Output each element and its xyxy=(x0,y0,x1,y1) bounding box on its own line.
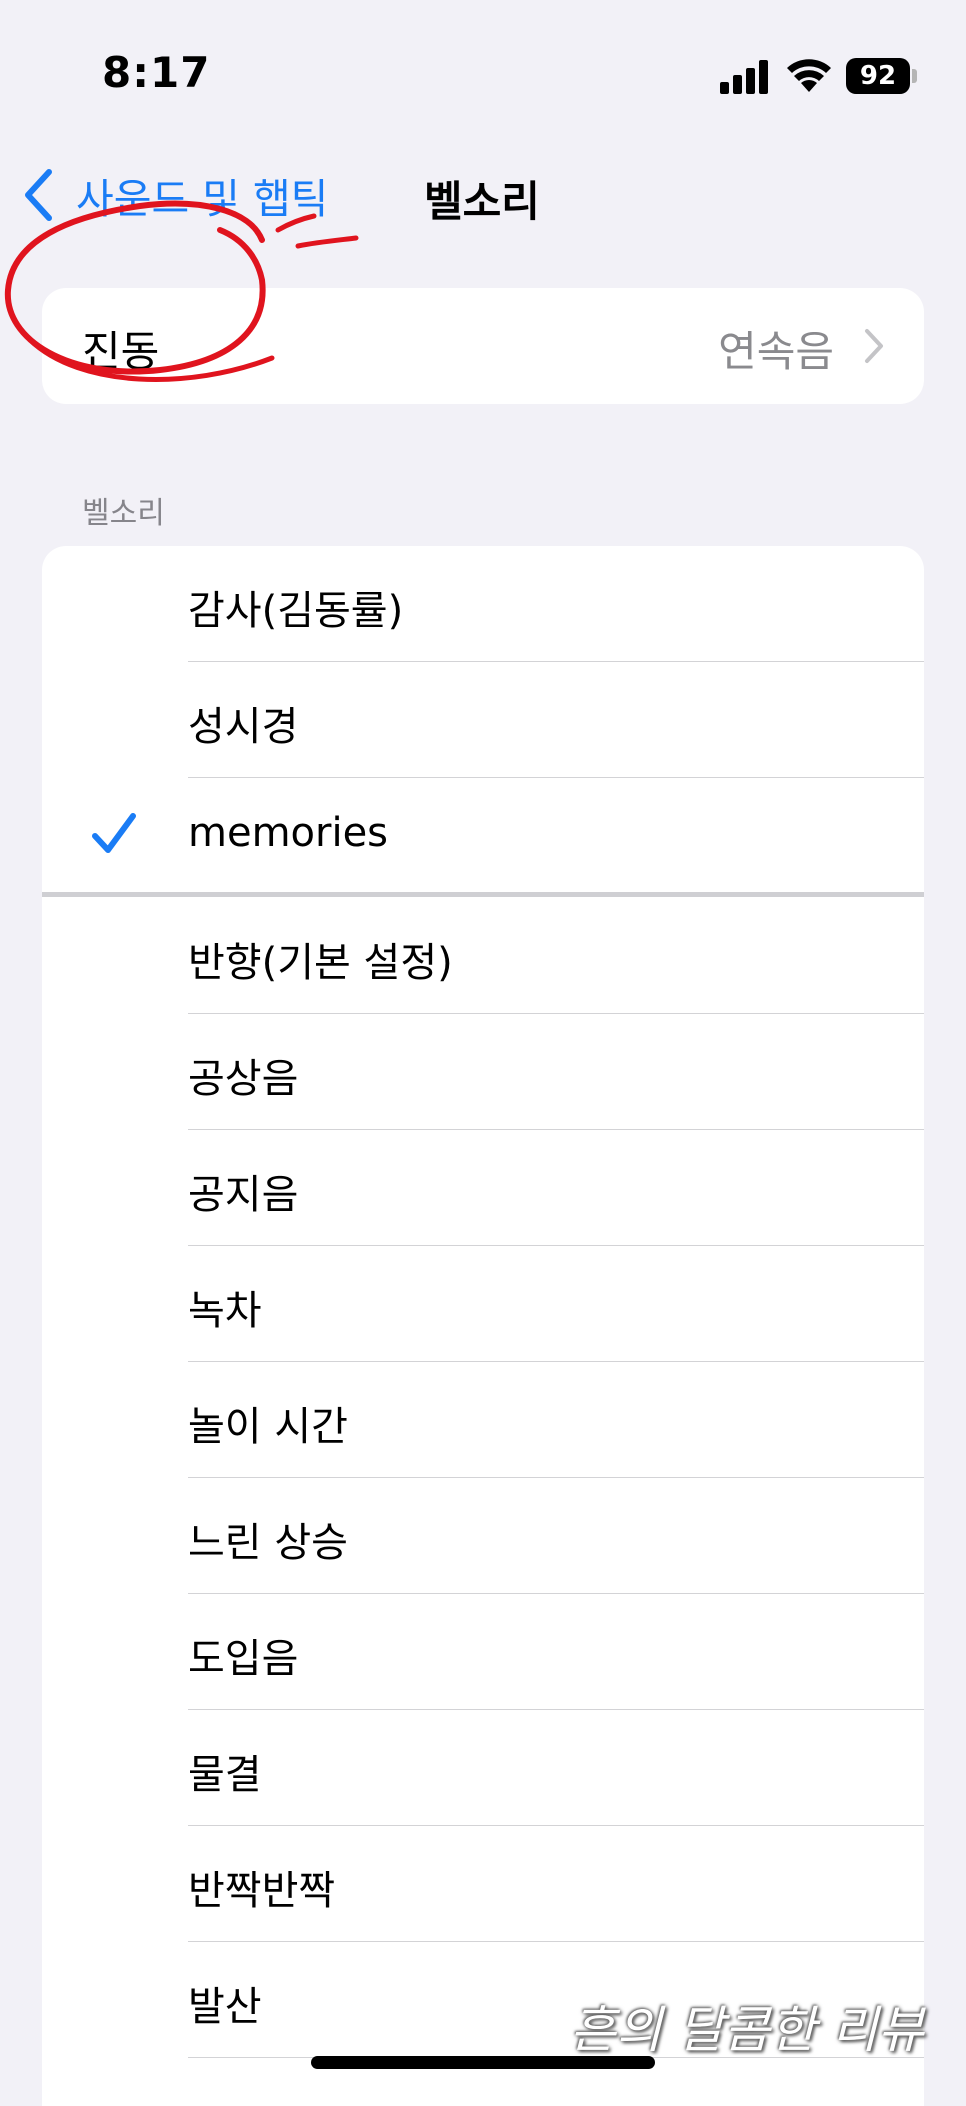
ringtone-label: 반짝반짝 xyxy=(188,1868,336,1914)
ringtone-item[interactable]: 공지음 xyxy=(42,1130,924,1246)
vibration-group: 진동 연속음 xyxy=(42,288,924,404)
ringtone-section-header: 벨소리 xyxy=(82,496,165,531)
ringtone-label: 느린 상승 xyxy=(188,1520,348,1566)
battery-tip xyxy=(912,69,917,83)
chevron-left-icon xyxy=(25,169,52,221)
ringtone-list: 감사(김동률) 성시경 memories 반향(기본 설정) 공상음 공지음 녹… xyxy=(42,546,924,2106)
ringtone-label: 도입음 xyxy=(188,1636,299,1682)
watermark-text: 흔의 달콤한 리뷰 xyxy=(570,2001,924,2059)
battery-indicator: 92 xyxy=(846,58,918,94)
battery-level: 92 xyxy=(846,58,910,94)
ringtone-label: 놀이 시간 xyxy=(188,1404,348,1450)
ringtone-label: 물결 xyxy=(188,1752,262,1798)
ringtone-item[interactable]: 물결 xyxy=(42,1710,924,1826)
ringtone-label: 감사(김동률) xyxy=(188,588,404,634)
ringtone-label: 공지음 xyxy=(188,1172,299,1218)
ringtone-label: 녹차 xyxy=(188,1288,262,1334)
ringtone-item[interactable]: 느린 상승 xyxy=(42,1478,924,1594)
section-divider xyxy=(42,892,924,897)
ringtone-label: 발산 xyxy=(188,1984,262,2030)
ringtone-item[interactable]: 감사(김동률) xyxy=(42,546,924,662)
page-title: 벨소리 xyxy=(424,177,540,226)
checkmark-icon xyxy=(92,813,136,853)
back-button-label: 사운드 및 햅틱 xyxy=(76,175,329,223)
ringtone-item[interactable]: 반향(기본 설정) xyxy=(42,898,924,1014)
navigation-bar: 사운드 및 햅틱 벨소리 xyxy=(0,140,966,250)
home-indicator[interactable] xyxy=(311,2056,655,2069)
cellular-signal-icon xyxy=(720,60,768,94)
ringtone-item[interactable]: 녹차 xyxy=(42,1246,924,1362)
ringtone-item[interactable]: 성시경 xyxy=(42,662,924,778)
ringtone-item[interactable]: 놀이 시간 xyxy=(42,1362,924,1478)
ringtone-label: 반향(기본 설정) xyxy=(188,940,453,986)
ringtone-label: 성시경 xyxy=(188,704,299,750)
vibration-value: 연속음 xyxy=(718,327,834,376)
ringtone-item[interactable]: 도입음 xyxy=(42,1594,924,1710)
ringtone-item[interactable]: 반짝반짝 xyxy=(42,1826,924,1942)
status-time: 8:17 xyxy=(102,48,211,97)
chevron-right-icon xyxy=(865,329,883,363)
ringtone-label: memories xyxy=(188,810,389,856)
vibration-label: 진동 xyxy=(82,327,160,376)
status-bar: 8:17 92 xyxy=(0,0,966,150)
back-button[interactable]: 사운드 및 햅틱 xyxy=(22,160,328,230)
ringtone-label: 공상음 xyxy=(188,1056,299,1102)
ringtone-item-selected[interactable]: memories xyxy=(42,778,924,894)
ringtone-item[interactable]: 공상음 xyxy=(42,1014,924,1130)
vibration-row[interactable]: 진동 연속음 xyxy=(42,288,924,404)
wifi-icon xyxy=(787,59,831,92)
